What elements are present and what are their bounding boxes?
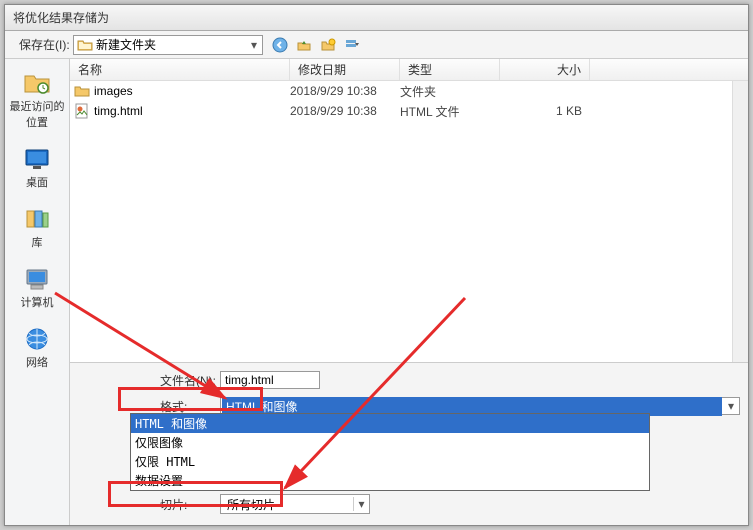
path-text: 新建文件夹 — [96, 36, 246, 53]
file-date: 2018/9/29 10:38 — [290, 84, 400, 98]
sidebar-item-label: 库 — [32, 234, 43, 250]
scrollbar-placeholder — [732, 81, 748, 362]
file-type: HTML 文件 — [400, 103, 500, 120]
format-label: 格式: — [160, 398, 220, 415]
up-icon — [296, 37, 312, 53]
column-header-size[interactable]: 大小 — [500, 59, 590, 80]
file-list[interactable]: images 2018/9/29 10:38 文件夹 timg.html 201… — [70, 81, 732, 362]
format-option[interactable]: 仅限图像 — [131, 433, 649, 452]
chevron-down-icon[interactable]: ▾ — [353, 497, 369, 511]
view-menu-button[interactable] — [341, 35, 363, 55]
format-option[interactable]: 仅限 HTML — [131, 452, 649, 471]
file-date: 2018/9/29 10:38 — [290, 104, 400, 118]
new-folder-icon — [320, 37, 336, 53]
computer-icon — [21, 266, 53, 292]
filename-input[interactable] — [220, 371, 320, 389]
format-option[interactable]: HTML 和图像 — [131, 414, 649, 433]
back-icon — [272, 37, 288, 53]
sidebar-item-computer[interactable]: 计算机 — [5, 261, 69, 315]
list-item[interactable]: timg.html 2018/9/29 10:38 HTML 文件 1 KB — [70, 101, 732, 121]
chevron-down-icon[interactable]: ▾ — [723, 399, 739, 413]
path-combobox[interactable]: 新建文件夹 ▾ — [73, 35, 263, 55]
bottom-panel: 文件名(N): 格式: HTML 和图像 ▾ HTML 和图像 仅限图像 仅限 … — [70, 362, 748, 525]
sidebar-item-libraries[interactable]: 库 — [5, 201, 69, 255]
desktop-icon — [21, 146, 53, 172]
up-button[interactable] — [293, 35, 315, 55]
main-area: 名称 修改日期 类型 大小 images 2018/9/29 10:38 文件夹 — [70, 59, 748, 525]
sidebar-item-label: 最近访问的位置 — [6, 98, 68, 130]
sidebar-item-label: 桌面 — [26, 174, 48, 190]
libraries-icon — [21, 206, 53, 232]
save-as-dialog: 将优化结果存储为 保存在(I): 新建文件夹 ▾ 最近访问的位置 桌面 — [4, 4, 749, 526]
column-headers: 名称 修改日期 类型 大小 — [70, 59, 748, 81]
network-icon — [21, 326, 53, 352]
recent-icon — [21, 68, 53, 96]
titlebar: 将优化结果存储为 — [5, 5, 748, 31]
sidebar-item-label: 计算机 — [21, 294, 54, 310]
window-title: 将优化结果存储为 — [11, 9, 742, 26]
sidebar-item-desktop[interactable]: 桌面 — [5, 141, 69, 195]
format-dropdown-list: HTML 和图像 仅限图像 仅限 HTML 数据设置 — [130, 413, 650, 491]
new-folder-button[interactable] — [317, 35, 339, 55]
sidebar-item-recent[interactable]: 最近访问的位置 — [5, 63, 69, 135]
path-toolbar: 保存在(I): 新建文件夹 ▾ — [5, 31, 748, 59]
dialog-body: 最近访问的位置 桌面 库 计算机 网络 名称 修改日期 — [5, 59, 748, 525]
sidebar-item-label: 网络 — [26, 354, 48, 370]
back-button[interactable] — [269, 35, 291, 55]
places-sidebar: 最近访问的位置 桌面 库 计算机 网络 — [5, 59, 70, 525]
column-header-type[interactable]: 类型 — [400, 59, 500, 80]
save-in-label: 保存在(I): — [9, 36, 73, 53]
file-size: 1 KB — [500, 104, 582, 118]
folder-icon — [77, 37, 93, 53]
file-name: images — [94, 84, 133, 98]
column-header-name[interactable]: 名称 — [70, 59, 290, 80]
format-option[interactable]: 数据设置 — [131, 471, 649, 490]
slices-label: 切片: — [160, 496, 220, 513]
slices-row: 切片: 所有切片 ▾ — [160, 493, 740, 515]
column-header-date[interactable]: 修改日期 — [290, 59, 400, 80]
view-icon — [344, 37, 360, 53]
list-item[interactable]: images 2018/9/29 10:38 文件夹 — [70, 81, 732, 101]
slices-value: 所有切片 — [221, 496, 353, 513]
slices-combobox[interactable]: 所有切片 ▾ — [220, 494, 370, 514]
file-type: 文件夹 — [400, 83, 500, 100]
toolbar-buttons — [269, 35, 363, 55]
list-wrap: images 2018/9/29 10:38 文件夹 timg.html 201… — [70, 81, 748, 362]
chevron-down-icon[interactable]: ▾ — [246, 38, 262, 52]
file-name: timg.html — [94, 104, 143, 118]
filename-label: 文件名(N): — [160, 372, 220, 389]
filename-row: 文件名(N): — [160, 369, 740, 391]
html-file-icon — [74, 103, 90, 119]
sidebar-item-network[interactable]: 网络 — [5, 321, 69, 375]
folder-icon — [74, 83, 90, 99]
